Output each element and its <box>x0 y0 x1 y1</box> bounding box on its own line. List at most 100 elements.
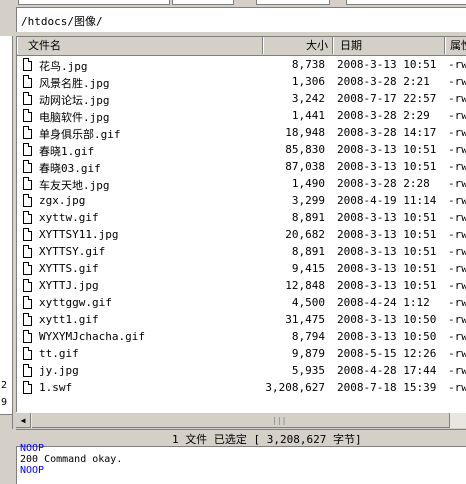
file-size: 8,891 <box>291 211 325 224</box>
table-row[interactable]: xytt1.gif 31,475 2008-3-13 10:50 -rw <box>17 312 466 329</box>
table-row[interactable]: 车友天地.jpg 1,490 2008-3-28 2:28 -rw <box>17 176 466 193</box>
column-header-date[interactable]: 日期 <box>333 37 445 54</box>
file-icon <box>23 160 32 173</box>
scroll-left-button[interactable]: ◀ <box>16 413 31 428</box>
toolbar-field-right[interactable] <box>256 0 330 5</box>
grip-icon: ||| <box>272 416 287 425</box>
file-name: 1.swf <box>39 381 73 394</box>
table-row[interactable]: tt.gif 9,879 2008-5-15 12:26 -rw <box>17 346 466 363</box>
log-line: NOOP <box>20 443 45 454</box>
horizontal-scrollbar[interactable]: ◀ ||| <box>16 412 466 428</box>
table-row[interactable]: 风景名胜.jpg 1,306 2008-3-28 2:21 -rw <box>17 74 466 91</box>
file-name: xyttw.gif <box>39 211 99 224</box>
file-size: 3,242 <box>291 92 325 105</box>
log-line: NOOP <box>20 465 45 476</box>
file-date: 2008-3-13 10:51 <box>337 228 437 241</box>
table-row[interactable]: jy.jpg 5,935 2008-4-28 17:44 -rw <box>17 363 466 380</box>
file-attributes: -rw <box>448 109 466 122</box>
local-pane-edge: 2 9 <box>0 36 13 429</box>
file-date: 2008-3-13 10:51 <box>337 279 437 292</box>
local-pane-number: 2 <box>1 380 8 391</box>
table-row[interactable]: 电脑软件.jpg 1,441 2008-3-28 2:29 -rw <box>17 108 466 125</box>
file-size: 31,475 <box>285 313 325 326</box>
file-attributes: -rw <box>448 347 466 360</box>
file-date: 2008-3-13 10:51 <box>337 262 437 275</box>
table-row[interactable]: xyttggw.gif 4,500 2008-4-24 1:12 -rw <box>17 295 466 312</box>
file-icon <box>23 279 32 292</box>
file-icon <box>23 109 32 122</box>
file-date: 2008-4-24 1:12 <box>337 296 430 309</box>
file-attributes: -rw <box>448 177 466 190</box>
table-row[interactable]: XYTTJ.jpg 12,848 2008-3-13 10:51 -rw <box>17 278 466 295</box>
scrollbar-thumb[interactable]: ||| <box>32 413 450 428</box>
column-header-attributes[interactable]: 属性 <box>445 37 466 54</box>
file-date: 2008-3-28 14:17 <box>337 126 437 139</box>
file-size: 85,830 <box>285 143 325 156</box>
file-attributes: -rw <box>448 313 466 326</box>
table-row[interactable]: XYTTS.gif 9,415 2008-3-13 10:51 -rw <box>17 261 466 278</box>
toolbar-field-far-right[interactable] <box>346 0 466 5</box>
column-header-name[interactable]: 文件名 <box>17 37 263 54</box>
table-row[interactable]: xyttw.gif 8,891 2008-3-13 10:51 -rw <box>17 210 466 227</box>
file-icon <box>23 75 32 88</box>
file-date: 2008-3-13 10:50 <box>337 313 437 326</box>
file-date: 2008-3-13 10:51 <box>337 160 437 173</box>
file-icon <box>23 194 32 207</box>
local-pane-scrollbar[interactable] <box>0 414 12 429</box>
table-row[interactable]: 1.swf 3,208,627 2008-7-18 15:39 -rw <box>17 380 466 397</box>
file-date: 2008-3-28 2:21 <box>337 75 430 88</box>
table-row[interactable]: XYTTSY11.jpg 20,682 2008-3-13 10:51 -rw <box>17 227 466 244</box>
file-attributes: -rw <box>448 143 466 156</box>
file-attributes: -rw <box>448 381 466 394</box>
toolbar-field-left[interactable] <box>18 0 170 5</box>
file-attributes: -rw <box>448 92 466 105</box>
command-log[interactable]: NOOP 200 Command okay. NOOP <box>16 443 466 484</box>
file-attributes: -rw <box>448 262 466 275</box>
file-icon <box>23 296 32 309</box>
table-row[interactable]: 春晓1.gif 85,830 2008-3-13 10:51 -rw <box>17 142 466 159</box>
local-pane-number: 9 <box>1 397 8 408</box>
table-row[interactable]: zgx.jpg 3,299 2008-4-19 11:14 -rw <box>17 193 466 210</box>
path-bar[interactable]: /htdocs/图像/ <box>16 7 466 32</box>
file-icon <box>23 228 32 241</box>
toolbar-strip <box>0 0 466 5</box>
table-row[interactable]: 春晓03.gif 87,038 2008-3-13 10:51 -rw <box>17 159 466 176</box>
file-size: 3,208,627 <box>265 381 325 394</box>
status-bar: 1 文件 已选定 [ 3,208,627 字节] <box>16 429 466 446</box>
file-size: 8,738 <box>291 58 325 71</box>
selection-status: 1 文件 已选定 [ 3,208,627 字节] <box>172 433 362 446</box>
table-row[interactable]: 单身俱乐部.gif 18,948 2008-3-28 14:17 -rw <box>17 125 466 142</box>
file-name: 风景名胜.jpg <box>39 77 110 90</box>
remote-file-list[interactable]: 文件名 大小 日期 属性 花鸟.jpg8,7382008-3-13 10:51-… <box>16 36 466 415</box>
file-name: 花鸟.jpg <box>39 60 88 73</box>
file-name: XYTTSY.gif <box>39 245 106 258</box>
file-date: 2008-3-28 2:29 <box>337 109 430 122</box>
file-size: 5,935 <box>291 364 325 377</box>
file-date: 2008-3-13 10:50 <box>337 330 437 343</box>
file-icon <box>23 245 32 258</box>
file-size: 18,948 <box>285 126 325 139</box>
file-icon <box>23 126 32 139</box>
file-size: 1,441 <box>291 109 325 122</box>
file-date: 2008-3-13 10:51 <box>337 143 437 156</box>
file-name: 车友天地.jpg <box>39 179 110 192</box>
file-date: 2008-4-19 11:14 <box>337 194 437 207</box>
file-date: 2008-3-28 2:28 <box>337 177 430 190</box>
file-date: 2008-4-28 17:44 <box>337 364 437 377</box>
file-attributes: -rw <box>448 160 466 173</box>
file-size: 1,306 <box>291 75 325 88</box>
toolbar-field-mid[interactable] <box>172 0 234 5</box>
table-row[interactable]: XYTTSY.gif 8,891 2008-3-13 10:51 -rw <box>17 244 466 261</box>
file-attributes: -rw <box>448 58 466 71</box>
file-date: 2008-3-13 10:51 <box>337 58 437 71</box>
file-attributes: -rw <box>448 194 466 207</box>
file-attributes: -rw <box>448 330 466 343</box>
file-icon <box>23 211 32 224</box>
table-row[interactable]: 动网论坛.jpg 3,242 2008-7-17 22:57 -rw <box>17 91 466 108</box>
table-row[interactable]: 花鸟.jpg 8,738 2008-3-13 10:51 -rw <box>17 57 466 74</box>
file-size: 1,490 <box>291 177 325 190</box>
column-header-size[interactable]: 大小 <box>263 37 333 54</box>
table-row[interactable]: WYXYMJchacha.gif 8,794 2008-3-13 10:50 -rw <box>17 329 466 346</box>
file-name: tt.gif <box>39 347 79 360</box>
file-name: WYXYMJchacha.gif <box>39 330 145 343</box>
